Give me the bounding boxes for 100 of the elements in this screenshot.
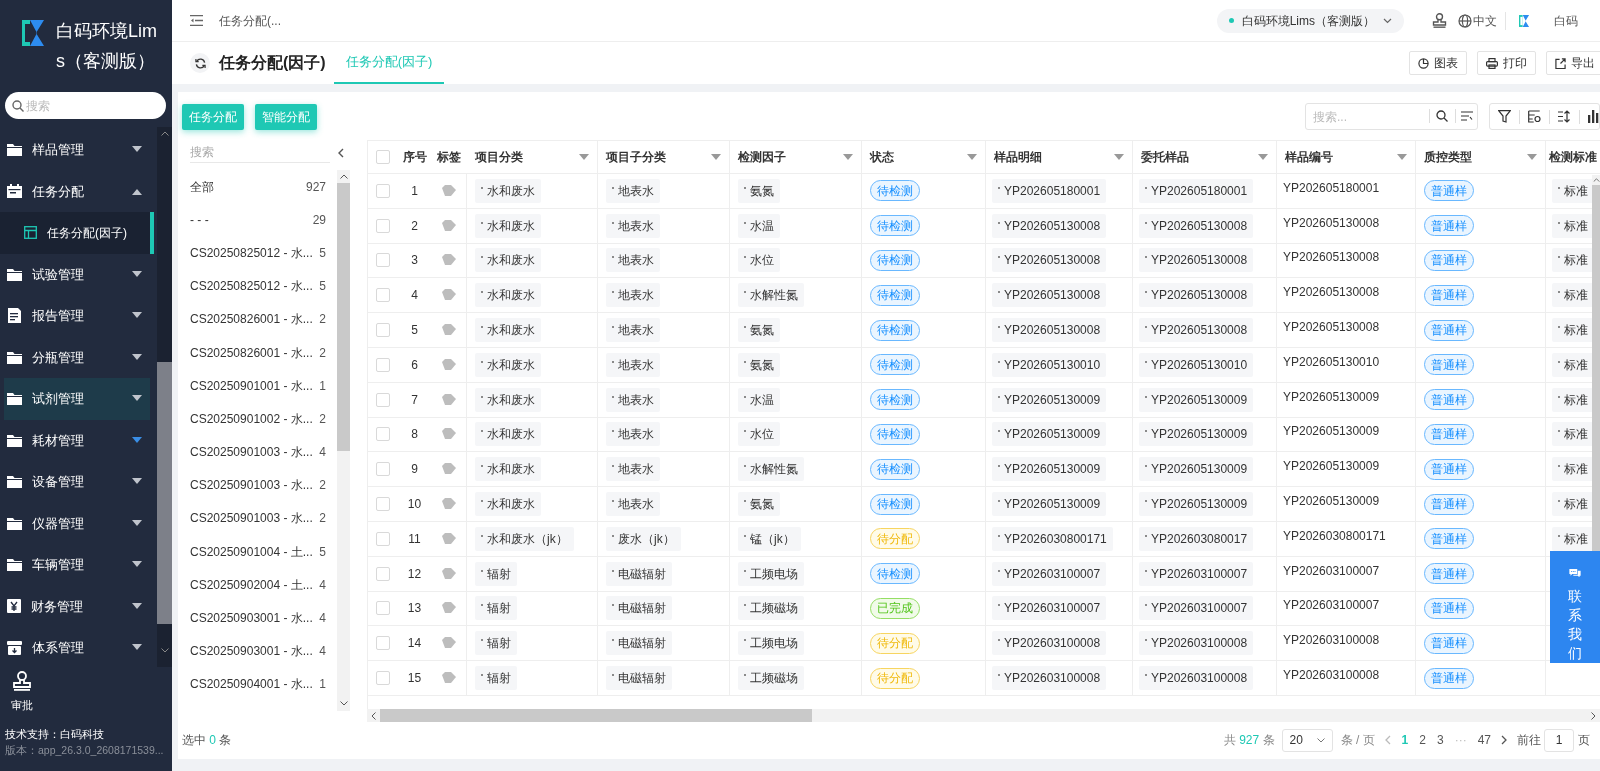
checkbox[interactable] xyxy=(376,323,390,338)
sort-icon[interactable] xyxy=(1558,110,1571,123)
checkbox[interactable] xyxy=(376,497,390,512)
bar-chart-icon[interactable] xyxy=(1588,110,1599,123)
tree-item[interactable]: CS20250901004 - 土... 5 xyxy=(182,535,332,569)
menu-item[interactable]: 报告管理 xyxy=(4,295,150,337)
checkbox[interactable] xyxy=(376,253,390,268)
menu-item[interactable]: 试验管理 xyxy=(4,253,150,295)
table-row[interactable]: 9 水和废水 地表水 水解性氮 待检测 YP202605130009 YP202605130009 YP202605130009 普通样 标准 xyxy=(368,452,1600,488)
action-button[interactable]: 导出 xyxy=(1546,51,1600,75)
submenu-item[interactable]: 任务分配(因子) xyxy=(0,212,154,254)
user-name[interactable]: 白码 xyxy=(1554,11,1578,30)
menu-item[interactable]: 体系管理 xyxy=(4,627,150,667)
tree-item[interactable]: CS20250826001 - 水... 2 xyxy=(182,302,332,336)
breadcrumb[interactable]: 任务分配(... xyxy=(219,11,281,30)
column-header[interactable]: 标签 xyxy=(437,148,461,166)
advanced-search-icon[interactable] xyxy=(1461,111,1473,121)
tree-item[interactable]: CS20250904001 - 水... 1 xyxy=(182,667,332,701)
column-header[interactable]: 状态 xyxy=(870,148,894,166)
table-row[interactable]: 5 水和废水 地表水 氨氮 待检测 YP202605130008 YP202605130008 YP202605130008 普通样 标准 xyxy=(368,313,1600,348)
tree-item[interactable]: CS20250901003 - 水... 2 xyxy=(182,468,332,502)
table-row[interactable]: 10 水和废水 地表水 氨氮 待检测 YP202605130009 YP202605130009 YP202605130009 普通样 标准 xyxy=(368,487,1600,522)
menu-item[interactable]: 仪器管理 xyxy=(4,502,150,544)
tree-item[interactable]: CS20250901003 - 水... 4 xyxy=(182,435,332,469)
checkbox[interactable] xyxy=(376,636,390,651)
checkbox[interactable] xyxy=(376,671,390,686)
page-size-select[interactable]: 20 xyxy=(1281,728,1333,752)
environment-selector[interactable]: 白码环境Lims（客测版） xyxy=(1216,8,1404,33)
column-header[interactable]: 样品编号 xyxy=(1285,148,1333,166)
column-header[interactable]: 委托样品 xyxy=(1141,148,1189,166)
horizontal-scrollbar[interactable] xyxy=(367,709,1600,722)
previous-icon[interactable] xyxy=(1384,735,1391,745)
chevron-right-icon[interactable] xyxy=(1591,711,1596,720)
tree-item[interactable]: 全部 927 xyxy=(182,170,332,204)
menu-item[interactable]: 样品管理 xyxy=(4,129,150,171)
collapse-icon[interactable] xyxy=(338,147,344,158)
tree-item[interactable]: CS20250902004 - 土... 4 xyxy=(182,568,332,602)
checkbox[interactable] xyxy=(376,150,390,164)
tree-item[interactable]: CS20250901001 - 水... 1 xyxy=(182,369,332,403)
settings-icon[interactable] xyxy=(1528,110,1541,123)
table-row[interactable]: 3 水和废水 地表水 水位 待检测 YP202605130008 YP202605130008 YP202605130008 普通样 标准 xyxy=(368,243,1600,279)
approval-label[interactable]: 审批 xyxy=(11,697,33,714)
scrollbar[interactable] xyxy=(157,127,172,667)
checkbox[interactable] xyxy=(376,566,390,581)
table-row[interactable]: 6 水和废水 地表水 氨氮 待检测 YP202605130010 YP202605130010 YP202605130010 普通样 标准 xyxy=(368,348,1600,383)
tree-item[interactable]: - - - 29 xyxy=(182,203,332,237)
language-selector[interactable]: 中文 xyxy=(1458,11,1497,30)
menu-item[interactable]: 财务管理 xyxy=(4,585,150,627)
tree-item[interactable]: CS20250826001 - 水... 2 xyxy=(182,335,332,370)
search-icon[interactable] xyxy=(1436,110,1448,122)
menu-item[interactable]: 试剂管理 xyxy=(4,378,150,420)
collapse-icon[interactable] xyxy=(190,15,203,26)
menu-item[interactable]: 设备管理 xyxy=(4,461,150,503)
chevron-up-icon[interactable] xyxy=(160,131,169,136)
refresh-button[interactable] xyxy=(190,53,210,73)
column-header[interactable]: 序号 xyxy=(402,148,427,166)
search-field[interactable]: 搜索 xyxy=(5,92,166,119)
table-row[interactable]: 4 水和废水 地表水 水解性氮 待检测 YP202605130008 YP202605130008 YP202605130008 普通样 标准 xyxy=(368,278,1600,314)
checkbox[interactable] xyxy=(376,392,390,407)
chevron-down-icon[interactable] xyxy=(339,701,348,706)
tree-item[interactable]: CS20250825012 - 水... 5 xyxy=(182,236,332,270)
checkbox[interactable] xyxy=(376,183,390,198)
column-header[interactable]: 检测标准 xyxy=(1549,148,1597,166)
scrollbar[interactable] xyxy=(1592,175,1600,551)
table-row[interactable]: 1 水和废水 地表水 氨氮 待检测 YP202605180001 YP202605180001 YP202605180001 普通样 标准 xyxy=(368,174,1600,209)
chevron-up-icon[interactable] xyxy=(339,174,348,179)
checkbox[interactable] xyxy=(376,601,390,616)
filter-icon[interactable] xyxy=(1498,110,1511,123)
goto-page-field[interactable]: 1 xyxy=(1544,728,1574,752)
table-row[interactable]: 8 水和废水 地表水 水位 待检测 YP202605130009 YP202605130009 YP202605130009 普通样 标准 xyxy=(368,417,1600,453)
menu-item[interactable]: 车辆管理 xyxy=(4,544,150,586)
chevron-left-icon[interactable] xyxy=(371,711,376,720)
tree-item[interactable]: CS20250901002 - 水... 2 xyxy=(182,402,332,436)
checkbox[interactable] xyxy=(376,427,390,442)
stamp-icon[interactable] xyxy=(12,671,32,691)
table-row[interactable]: 15 辐射 电磁辐射 工频磁场 待分配 YP202603100008 YP202603100008 YP202603100008 普通样 xyxy=(368,661,1600,696)
column-header[interactable]: 检测因子 xyxy=(738,148,786,166)
table-row[interactable]: 2 水和废水 地表水 水温 待检测 YP202605130008 YP202605130008 YP202605130008 普通样 标准 xyxy=(368,208,1600,244)
tree-item[interactable]: CS20250825012 - 水... 5 xyxy=(182,269,332,303)
checkbox[interactable] xyxy=(376,288,390,303)
page-number[interactable]: 47 xyxy=(1477,731,1491,749)
menu-item[interactable]: 耗材管理 xyxy=(4,419,150,461)
column-header[interactable]: 样品明细 xyxy=(994,148,1042,166)
checkbox[interactable] xyxy=(376,218,390,233)
action-button[interactable]: 打印 xyxy=(1477,51,1536,75)
column-header[interactable]: 质控类型 xyxy=(1424,148,1472,166)
next-icon[interactable] xyxy=(1501,735,1507,745)
contact-button[interactable]: 联系我们 xyxy=(1550,551,1600,663)
column-header[interactable]: 项目子分类 xyxy=(606,148,666,166)
action-button[interactable]: 图表 xyxy=(1409,51,1467,75)
menu-item[interactable]: 分瓶管理 xyxy=(4,336,150,378)
tree-item[interactable]: CS20250901003 - 水... 2 xyxy=(182,501,332,536)
page-number[interactable]: 3 xyxy=(1436,731,1444,749)
menu-item[interactable]: 任务分配 xyxy=(4,170,150,212)
table-row[interactable]: 7 水和废水 地表水 水温 待检测 YP202605130009 YP202605130009 YP202605130009 普通样 标准 xyxy=(368,382,1600,418)
table-search-field[interactable]: 搜索... xyxy=(1305,103,1478,130)
stamp-icon[interactable] xyxy=(1432,13,1447,28)
checkbox[interactable] xyxy=(376,462,390,477)
checkbox[interactable] xyxy=(376,531,390,546)
tree-item[interactable]: CS20250903001 - 水... 4 xyxy=(182,601,332,635)
